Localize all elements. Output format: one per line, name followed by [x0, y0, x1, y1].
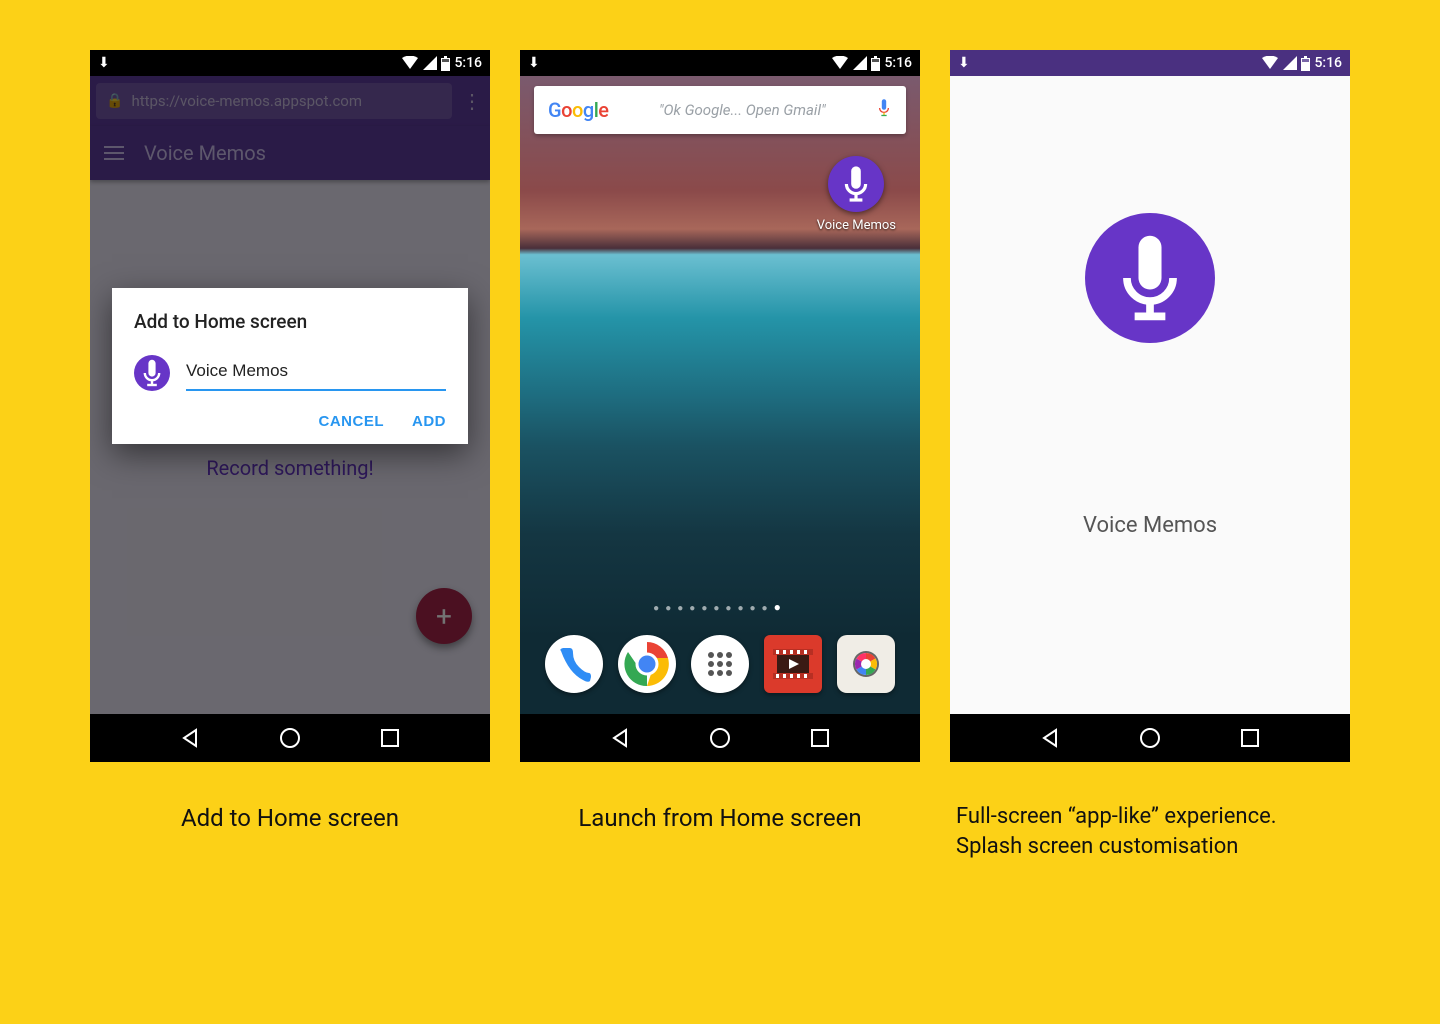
battery-icon: [1301, 56, 1310, 71]
recents-button[interactable]: [376, 724, 404, 752]
phone-screenshot-home-screen: ⬇ 5:16 Google "Ok Google... Open Gmail": [520, 50, 920, 762]
search-hint: "Ok Google... Open Gmail": [621, 101, 864, 119]
splash-app-name: Voice Memos: [1083, 513, 1217, 538]
splash-app-icon: [1085, 213, 1215, 343]
lock-icon: 🔒: [106, 93, 123, 109]
google-logo: Google: [548, 98, 609, 122]
android-nav-bar: [520, 714, 920, 762]
add-button[interactable]: ADD: [412, 413, 446, 430]
android-nav-bar: [950, 714, 1350, 762]
phone-screenshot-add-to-home: ⬇ 5:16 🔒 https://voice-memos.appspot.com…: [90, 50, 490, 762]
app-icon: [828, 156, 884, 212]
wifi-icon: [401, 56, 419, 70]
app-drawer-icon[interactable]: [691, 635, 749, 693]
home-button[interactable]: [276, 724, 304, 752]
url-input[interactable]: 🔒 https://voice-memos.appspot.com: [96, 83, 452, 119]
add-to-home-dialog: Add to Home screen CANCEL ADD: [112, 288, 468, 444]
download-icon: ⬇: [958, 55, 970, 71]
cell-signal-icon: [853, 56, 867, 70]
splash-screen: Voice Memos: [950, 76, 1350, 714]
status-time: 5:16: [1314, 55, 1342, 71]
cell-signal-icon: [1283, 56, 1297, 70]
recents-button[interactable]: [1236, 724, 1264, 752]
voice-search-icon[interactable]: [876, 97, 892, 123]
google-search-widget[interactable]: Google "Ok Google... Open Gmail": [534, 86, 906, 134]
browser-url-bar: 🔒 https://voice-memos.appspot.com ⋮: [90, 76, 490, 126]
back-button[interactable]: [176, 724, 204, 752]
url-text: https://voice-memos.appspot.com: [131, 92, 362, 110]
caption-1: Add to Home screen: [90, 802, 490, 861]
menu-icon[interactable]: ⋮: [460, 89, 484, 113]
plus-icon: +: [436, 600, 452, 633]
recents-button[interactable]: [806, 724, 834, 752]
captions: Add to Home screen Launch from Home scre…: [45, 802, 1395, 861]
status-bar: ⬇ 5:16: [520, 50, 920, 76]
home-button[interactable]: [706, 724, 734, 752]
caption-3: Full-screen “app-like” experience. Splas…: [950, 802, 1350, 861]
dock: [520, 624, 920, 704]
microphone-icon: [1113, 230, 1187, 326]
battery-icon: [441, 56, 450, 71]
caption-2: Launch from Home screen: [520, 802, 920, 861]
home-button[interactable]: [1136, 724, 1164, 752]
status-time: 5:16: [454, 55, 482, 71]
fab-record-button[interactable]: +: [416, 588, 472, 644]
back-button[interactable]: [1036, 724, 1064, 752]
microphone-icon: [841, 164, 871, 204]
battery-icon: [871, 56, 880, 71]
chrome-app-icon[interactable]: [618, 635, 676, 693]
app-bar: Voice Memos: [90, 126, 490, 180]
empty-state-message: Record something!: [90, 456, 490, 480]
wifi-icon: [1261, 56, 1279, 70]
shortcut-name-input[interactable]: [186, 355, 446, 391]
status-bar: ⬇ 5:16: [950, 50, 1350, 76]
page-indicator: ●●●●●●●●●●●: [520, 600, 920, 614]
shortcut-label: Voice Memos: [817, 218, 896, 233]
status-bar: ⬇ 5:16: [90, 50, 490, 76]
dialog-title: Add to Home screen: [134, 310, 446, 333]
app-icon: [134, 355, 170, 391]
cell-signal-icon: [423, 56, 437, 70]
cancel-button[interactable]: CANCEL: [319, 413, 385, 430]
back-button[interactable]: [606, 724, 634, 752]
microphone-icon: [141, 358, 163, 388]
homescreen-shortcut[interactable]: Voice Memos: [817, 156, 896, 233]
android-nav-bar: [90, 714, 490, 762]
download-icon: ⬇: [98, 55, 110, 71]
status-time: 5:16: [884, 55, 912, 71]
camera-app-icon[interactable]: [837, 635, 895, 693]
phone-screenshot-splash: ⬇ 5:16 Voice Memos: [950, 50, 1350, 762]
wifi-icon: [831, 56, 849, 70]
download-icon: ⬇: [528, 55, 540, 71]
phone-app-icon[interactable]: [545, 635, 603, 693]
video-app-icon[interactable]: [764, 635, 822, 693]
hamburger-icon[interactable]: [104, 146, 124, 160]
app-title: Voice Memos: [144, 141, 266, 165]
